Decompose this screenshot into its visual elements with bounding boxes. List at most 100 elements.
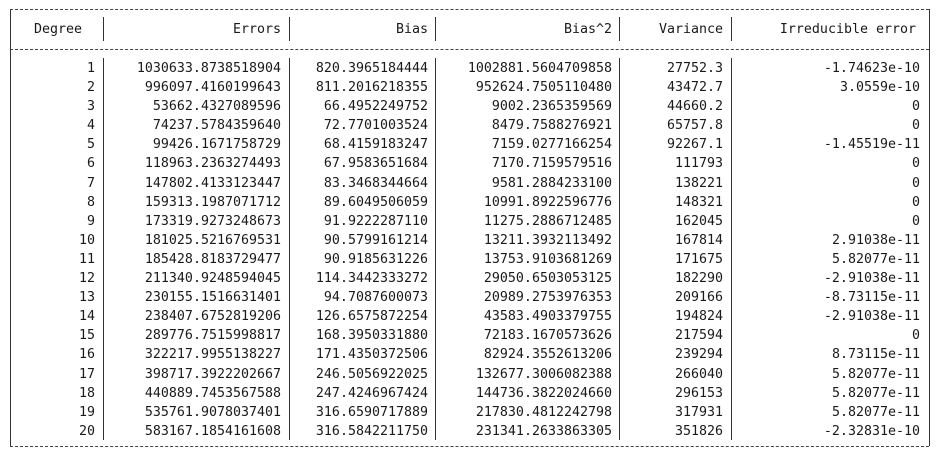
errors-cell: 440889.7453567588 (144, 385, 281, 401)
header-bias: Bias (395, 22, 428, 37)
errors-cell: 74237.5784359640 (152, 118, 281, 134)
variance-cell: 92267.1 (666, 137, 723, 153)
bias-squared-cell: 132677.3006082388 (475, 366, 612, 382)
header-bias-squared: Bias^2 (563, 22, 612, 37)
variance-cell: 296153 (674, 385, 723, 401)
variance-cell: 167814 (674, 232, 723, 248)
errors-cell: 322217.9955138227 (144, 347, 281, 363)
errors-cell: 398717.3922202667 (144, 366, 281, 382)
table-row: 16 322217.9955138227 171.4350372506 82924.3… (10, 345, 928, 364)
bias-squared-cell: 11275.2886712485 (483, 213, 612, 229)
bias-cell: 316.5842211750 (315, 423, 428, 439)
table-body: 1 1030633.8738518904 820.3965184444 1002881… (10, 59, 928, 441)
bias-cell: 171.4350372506 (315, 347, 428, 363)
header-errors: Errors (232, 22, 281, 37)
table-row: 1 1030633.8738518904 820.3965184444 1002881… (10, 59, 928, 78)
bias-cell: 83.3468344664 (323, 175, 428, 191)
table-row: 19 535761.9078037401 316.6590717889 217830.… (10, 403, 928, 422)
bias-squared-cell: 82924.3552613206 (483, 347, 612, 363)
degree-cell: 10 (78, 232, 95, 248)
variance-cell: 138221 (674, 175, 723, 191)
variance-cell: 266040 (674, 366, 723, 382)
bias-squared-cell: 1002881.5604709858 (467, 61, 612, 76)
table-header-divider (10, 49, 929, 50)
errors-cell: 535761.9078037401 (144, 404, 281, 420)
errors-cell: 181025.5216769531 (144, 232, 281, 248)
bias-cell: 168.3950331880 (315, 328, 428, 344)
bias-squared-cell: 952624.7505110480 (475, 80, 612, 96)
degree-cell: 12 (78, 271, 95, 287)
header-irreducible-error: Irreducible error (779, 22, 916, 37)
table-row: 3 53662.4327089596 66.4952249752 9002.23653… (10, 97, 928, 116)
irreducible-error-cell: -2.91038e-11 (823, 309, 920, 325)
degree-cell: 19 (78, 404, 95, 420)
bias-squared-cell: 10991.8922596776 (483, 194, 612, 210)
bias-squared-cell: 7170.7159579516 (491, 156, 612, 172)
errors-cell: 996097.4160199643 (144, 80, 281, 96)
errors-cell: 147802.4133123447 (144, 175, 281, 191)
errors-cell: 230155.1516631401 (144, 290, 281, 306)
degree-cell: 2 (86, 80, 95, 96)
bias-cell: 89.6049506059 (323, 194, 428, 210)
bias-squared-cell: 231341.2633863305 (475, 423, 612, 439)
irreducible-error-cell: 0 (911, 194, 920, 210)
degree-cell: 9 (86, 213, 95, 229)
irreducible-error-cell: 5.82077e-11 (831, 366, 920, 382)
table-row: 14 238407.6752819206 126.6575872254 43583.4… (10, 307, 928, 326)
bias-squared-cell: 8479.7588276921 (491, 118, 612, 134)
degree-cell: 18 (78, 385, 95, 401)
bias-squared-cell: 13211.3932113492 (483, 232, 612, 248)
bias-cell: 247.4246967424 (315, 385, 428, 401)
bias-cell: 94.7087600073 (323, 290, 428, 306)
bias-squared-cell: 217830.4812242798 (475, 404, 612, 420)
degree-cell: 13 (78, 290, 95, 306)
bias-squared-cell: 7159.0277166254 (491, 137, 612, 153)
bias-squared-cell: 72183.1670573626 (483, 328, 612, 344)
degree-cell: 16 (78, 347, 95, 363)
variance-cell: 194824 (674, 309, 723, 325)
irreducible-error-cell: 5.82077e-11 (831, 385, 920, 401)
variance-cell: 44660.2 (666, 99, 723, 115)
irreducible-error-cell: 2.91038e-11 (831, 232, 920, 248)
degree-cell: 1 (86, 61, 95, 76)
degree-cell: 7 (86, 175, 95, 191)
bias-cell: 114.3442333272 (315, 271, 428, 287)
bias-squared-cell: 13753.9103681269 (483, 251, 612, 267)
irreducible-error-cell: -8.73115e-11 (823, 290, 920, 306)
errors-cell: 583167.1854161608 (144, 423, 281, 439)
variance-cell: 162045 (674, 213, 723, 229)
irreducible-error-cell: 0 (911, 213, 920, 229)
bias-squared-cell: 144736.3822024660 (475, 385, 612, 401)
degree-cell: 11 (78, 251, 95, 267)
bias-cell: 126.6575872254 (315, 309, 428, 325)
errors-cell: 118963.2363274493 (144, 156, 281, 172)
header-degree: Degree (33, 22, 83, 37)
variance-cell: 217594 (674, 328, 723, 344)
irreducible-error-cell: -1.45519e-11 (823, 137, 920, 153)
variance-cell: 317931 (674, 404, 723, 420)
table-row: 13 230155.1516631401 94.7087600073 20989.27… (10, 288, 928, 307)
bias-cell: 67.9583651684 (323, 156, 428, 172)
table-row: 9 173319.9273248673 91.9222287110 11275.288… (10, 212, 928, 231)
degree-cell: 20 (78, 423, 95, 439)
bias-cell: 90.5799161214 (323, 232, 428, 248)
table-row: 8 159313.1987071712 89.6049506059 10991.892… (10, 193, 928, 212)
table-top-border (10, 9, 929, 10)
table-row: 6 118963.2363274493 67.9583651684 7170.7159… (10, 154, 928, 173)
variance-cell: 148321 (674, 194, 723, 210)
bias-squared-cell: 29050.6503053125 (483, 271, 612, 287)
table-row: 20 583167.1854161608 316.5842211750 231341.… (10, 422, 928, 441)
degree-cell: 3 (86, 99, 95, 115)
errors-cell: 1030633.8738518904 (136, 61, 281, 76)
table-row: 5 99426.1671758729 68.4159183247 7159.02771… (10, 135, 928, 154)
irreducible-error-cell: 0 (911, 118, 920, 134)
degree-cell: 17 (78, 366, 95, 382)
bias-cell: 820.3965184444 (315, 61, 428, 76)
irreducible-error-cell: 0 (911, 328, 920, 344)
degree-cell: 8 (86, 194, 95, 210)
bias-cell: 246.5056922025 (315, 366, 428, 382)
degree-cell: 6 (86, 156, 95, 172)
irreducible-error-cell: -2.91038e-11 (823, 271, 920, 287)
bias-cell: 72.7701003524 (323, 118, 428, 134)
table-row: 17 398717.3922202667 246.5056922025 132677.… (10, 365, 928, 384)
